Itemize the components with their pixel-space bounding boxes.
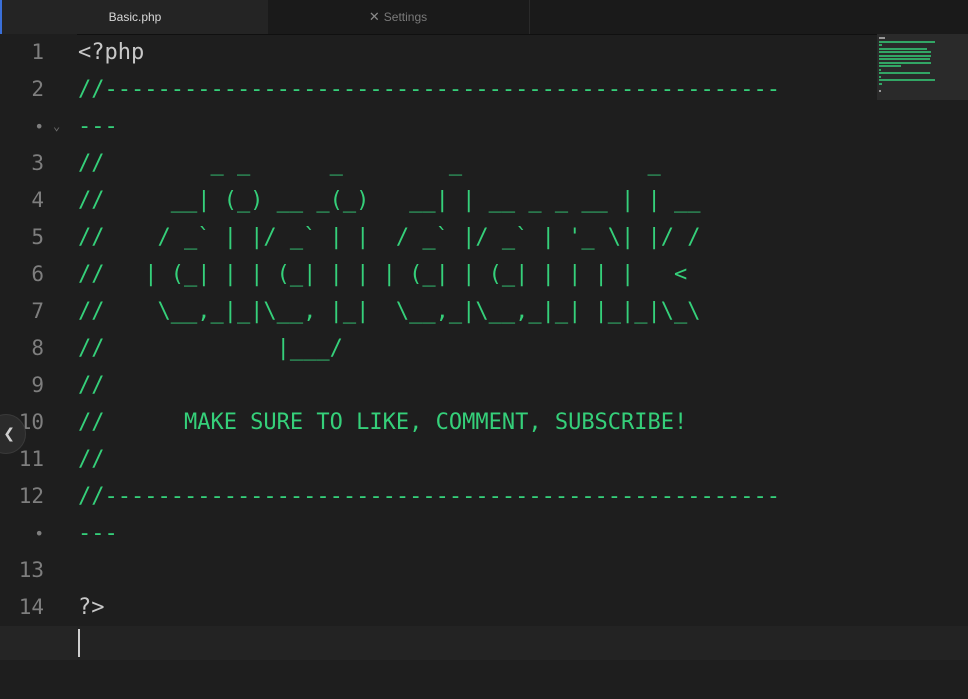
minimap-line bbox=[879, 68, 882, 71]
code-line[interactable]: // MAKE SURE TO LIKE, COMMENT, SUBSCRIBE… bbox=[78, 404, 687, 441]
code-line[interactable]: //--------------------------------------… bbox=[78, 71, 780, 108]
code-line[interactable]: // |___/ bbox=[78, 330, 343, 367]
code-line[interactable]: //--------------------------------------… bbox=[78, 478, 780, 515]
minimap-line bbox=[879, 47, 928, 50]
tab-label: Settings bbox=[383, 10, 428, 24]
chevron-left-icon: ❮ bbox=[3, 426, 15, 442]
line-number: 8 bbox=[31, 336, 44, 360]
minimap-line bbox=[879, 44, 883, 46]
line-number: 4 bbox=[31, 188, 44, 212]
line-number: 7 bbox=[31, 299, 44, 323]
line-number-gutter: 12•⌄3456789101112•131415 bbox=[0, 34, 77, 699]
code-line[interactable]: --- bbox=[78, 108, 118, 145]
code-line[interactable]: // bbox=[78, 441, 105, 478]
minimap-line bbox=[879, 54, 931, 57]
tools-icon: ✕ bbox=[368, 9, 380, 24]
minimap-line bbox=[879, 61, 931, 64]
code-line[interactable]: // __| (_) __ _(_) __| | __ _ _ __ | | _… bbox=[78, 182, 701, 219]
minimap-line bbox=[879, 58, 930, 60]
code-line[interactable]: --- bbox=[78, 515, 118, 552]
code-line[interactable]: // | (_| | | (_| | | | (_| | (_| | | | |… bbox=[78, 256, 687, 293]
line-number: 13 bbox=[18, 558, 44, 582]
line-number: 1 bbox=[31, 40, 44, 64]
code-area[interactable]: <?php//---------------------------------… bbox=[78, 34, 878, 699]
line-number: • bbox=[34, 524, 44, 543]
code-line[interactable]: ?> bbox=[78, 589, 105, 626]
minimap-line bbox=[879, 82, 883, 85]
minimap-line bbox=[879, 40, 935, 43]
text-caret bbox=[78, 629, 80, 657]
line-number: 14 bbox=[18, 595, 44, 619]
line-number: 3 bbox=[31, 151, 44, 175]
minimap-line bbox=[879, 79, 935, 81]
tab-label: Basic.php bbox=[108, 10, 162, 24]
tab-basic-php[interactable]: Basic.php bbox=[0, 0, 268, 34]
code-line[interactable]: // \__,_|_|\__, |_| \__,_|\__,_|_| |_|_|… bbox=[78, 293, 701, 330]
minimap-line bbox=[879, 72, 930, 74]
chevron-down-icon[interactable]: ⌄ bbox=[53, 108, 60, 145]
minimap-line bbox=[879, 89, 882, 92]
code-line[interactable]: // _ _ _ _ _ bbox=[78, 145, 661, 182]
line-number: 9 bbox=[31, 373, 44, 397]
tab-bar: Basic.php ✕ Settings bbox=[0, 0, 968, 35]
code-editor[interactable]: 12•⌄3456789101112•131415 <?php//--------… bbox=[0, 34, 968, 699]
minimap-line bbox=[879, 75, 882, 78]
minimap-line bbox=[879, 37, 885, 39]
code-line[interactable]: // bbox=[78, 367, 105, 404]
line-number: 2 bbox=[31, 77, 44, 101]
code-line[interactable]: <?php bbox=[78, 34, 144, 71]
code-line[interactable]: // / _` | |/ _` | | / _` |/ _` | '_ \| |… bbox=[78, 219, 701, 256]
line-number: 6 bbox=[31, 262, 44, 286]
line-number: 5 bbox=[31, 225, 44, 249]
minimap-line bbox=[879, 51, 931, 53]
tab-settings[interactable]: ✕ Settings bbox=[267, 0, 530, 34]
minimap[interactable] bbox=[877, 34, 968, 100]
line-number: • bbox=[34, 117, 44, 136]
current-line-gutter bbox=[0, 626, 77, 660]
line-number: 12 bbox=[18, 484, 44, 508]
minimap-line bbox=[879, 65, 901, 67]
